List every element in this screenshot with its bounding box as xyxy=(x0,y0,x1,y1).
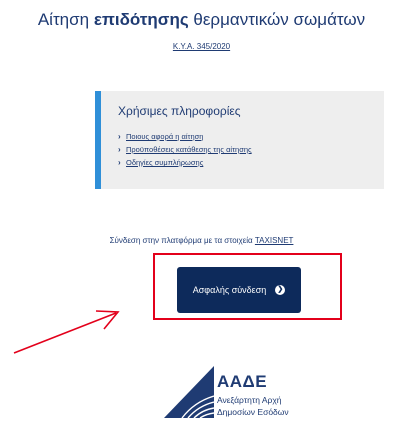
chevron-right-icon: › xyxy=(118,158,121,167)
logo-line1: Ανεξάρτητη Αρχή xyxy=(217,395,282,405)
secure-login-label: Ασφαλής σύνδεση xyxy=(192,285,267,295)
login-label-text: Σύνδεση στην πλατφόρμα με τα στοιχεία xyxy=(109,236,255,245)
info-box: Χρήσιμες πληροφορίες › Ποιους αφορά η αίτ… xyxy=(95,91,384,189)
info-links: › Ποιους αφορά η αίτηση › Προϋποθέσεις κατ… xyxy=(118,130,252,169)
info-item: › Ποιους αφορά η αίτηση xyxy=(118,130,252,143)
taxisnet-link[interactable]: TAXISNET xyxy=(255,236,294,245)
red-arrow-icon xyxy=(13,310,120,354)
login-label: Σύνδεση στην πλατφόρμα με τα στοιχεία TA… xyxy=(0,236,403,245)
secure-login-button[interactable]: Ασφαλής σύνδεση ❯ xyxy=(177,267,301,313)
chevron-right-icon: › xyxy=(118,132,121,141)
chevron-right-icon: › xyxy=(118,145,121,154)
kya-link[interactable]: Κ.Υ.Α. 345/2020 xyxy=(0,42,403,51)
info-link-conditions[interactable]: Προϋποθέσεις κατάθεσης της αίτησης xyxy=(126,145,252,154)
info-item: › Οδηγίες συμπλήρωσης xyxy=(118,156,252,169)
chevron-right-circle-icon: ❯ xyxy=(275,285,286,295)
title-bold: επιδότησης xyxy=(93,10,189,29)
info-item: › Προϋποθέσεις κατάθεσης της αίτησης xyxy=(118,143,252,156)
info-link-who[interactable]: Ποιους αφορά η αίτηση xyxy=(126,132,203,141)
logo-line2: Δημοσίων Εσόδων xyxy=(217,407,289,417)
title-part1: Αίτηση xyxy=(37,10,94,29)
aade-logo-icon xyxy=(164,366,214,418)
page-title: Αίτηση επιδότησης θερμαντικών σωμάτων xyxy=(0,10,403,30)
logo-abbr: ΑΑΔΕ xyxy=(217,372,268,391)
info-link-instructions[interactable]: Οδηγίες συμπλήρωσης xyxy=(126,158,203,167)
info-title: Χρήσιμες πληροφορίες xyxy=(118,104,241,118)
title-part2: θερμαντικών σωμάτων xyxy=(188,10,366,29)
